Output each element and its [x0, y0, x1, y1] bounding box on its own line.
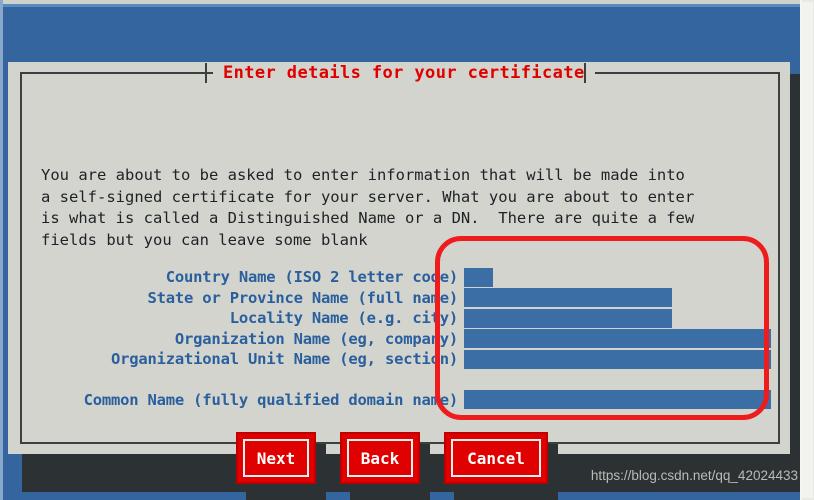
- form-row-state: State or Province Name (full name) shann…: [34, 288, 774, 309]
- dialog-title: Enter details for your certificate: [213, 62, 595, 84]
- form-row-spacer: [34, 370, 774, 390]
- input-state-province[interactable]: shannxi: [464, 288, 672, 308]
- label-locality-name: Locality Name (e.g. city): [229, 309, 458, 328]
- next-button-wrap: Next: [236, 432, 326, 500]
- form-row-common-name: Common Name (fully qualified domain name…: [34, 390, 774, 411]
- next-button[interactable]: Next: [236, 432, 316, 484]
- title-divider-left: [205, 63, 207, 83]
- next-button-label: Next: [256, 448, 296, 468]
- label-organization-name: Organization Name (eg, company): [174, 329, 458, 348]
- input-locality-name[interactable]: xian: [464, 308, 672, 328]
- form-row-locality: Locality Name (e.g. city) xian: [34, 308, 774, 329]
- input-country-name[interactable]: CN: [464, 267, 493, 287]
- cancel-button-label: Cancel: [467, 448, 525, 468]
- label-common-name: Common Name (fully qualified domain name…: [83, 390, 459, 409]
- back-button-wrap: Back: [340, 432, 430, 500]
- window-scrollbar[interactable]: [800, 0, 814, 500]
- title-divider-right: [584, 63, 586, 83]
- form-row-organizational-unit: Organizational Unit Name (eg, section) l…: [34, 349, 774, 370]
- label-state-province: State or Province Name (full name): [147, 288, 459, 307]
- cancel-button-wrap: Cancel: [444, 432, 558, 500]
- cancel-button[interactable]: Cancel: [444, 432, 548, 484]
- label-country-name: Country Name (ISO 2 letter code): [165, 268, 458, 287]
- scrollbar-thumb[interactable]: [802, 2, 813, 498]
- back-button[interactable]: Back: [340, 432, 420, 484]
- window-top-highlight: [0, 4, 800, 7]
- input-organizational-unit[interactable]: linux: [464, 349, 771, 369]
- form-row-organization: Organization Name (eg, company) westos: [34, 329, 774, 350]
- certificate-dialog: You are about to be asked to enter infor…: [8, 62, 790, 500]
- form-row-country: Country Name (ISO 2 letter code) CN: [34, 267, 774, 288]
- input-organization-name[interactable]: westos: [464, 329, 771, 349]
- window-left-edge: [0, 0, 3, 500]
- input-common-name[interactable]: www.westos.org: [464, 390, 771, 410]
- back-button-label: Back: [360, 448, 400, 468]
- terminal-screen: You are about to be asked to enter infor…: [0, 0, 814, 500]
- watermark-url: https://blog.csdn.net/qq_42024433: [590, 468, 798, 483]
- dialog-description: You are about to be asked to enter infor…: [41, 166, 695, 249]
- certificate-form: Country Name (ISO 2 letter code) CN Stat…: [34, 267, 774, 410]
- label-organizational-unit: Organizational Unit Name (eg, section): [110, 350, 458, 369]
